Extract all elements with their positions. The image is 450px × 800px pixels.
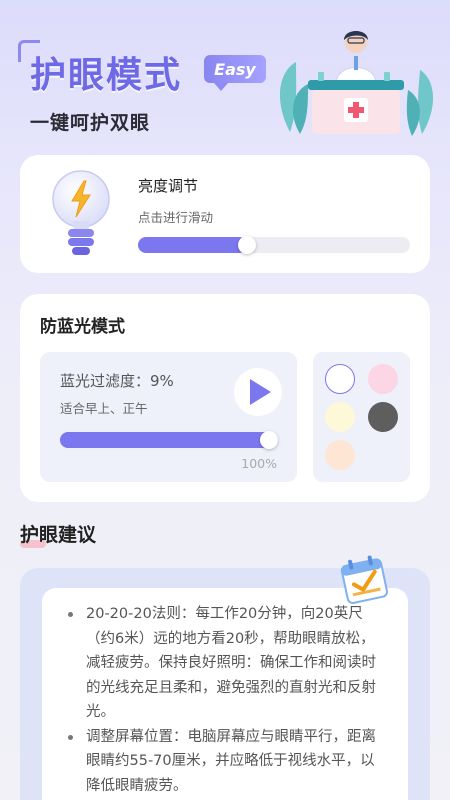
brightness-slider[interactable]: [138, 236, 410, 254]
swatch-white[interactable]: [325, 364, 355, 394]
swatch-cream[interactable]: [325, 402, 355, 432]
brightness-title: 亮度调节: [138, 177, 199, 195]
blue-light-percent: 100%: [241, 456, 277, 471]
advice-title: 护眼建议: [20, 524, 97, 546]
doctor-pharmacy-icon: [279, 31, 434, 136]
blue-light-slider-thumb[interactable]: [260, 431, 278, 449]
blue-light-slider[interactable]: [60, 431, 278, 449]
time-hint-text: 适合早上、正午: [60, 401, 148, 416]
brightness-hint: 点击进行滑动: [138, 210, 214, 225]
filter-level-text: 蓝光过滤度：9%: [60, 372, 174, 390]
page-subtitle: 一键呵护双眼: [30, 112, 151, 134]
color-swatch-panel: [313, 352, 410, 482]
blue-light-panel: 蓝光过滤度：9% 适合早上、正午 100%: [40, 352, 297, 482]
brightness-card: 亮度调节 点击进行滑动: [20, 155, 430, 273]
swatch-peach[interactable]: [325, 440, 355, 470]
easy-badge: Easy: [204, 55, 266, 91]
play-button[interactable]: [234, 368, 282, 416]
blue-light-card: 防蓝光模式 蓝光过滤度：9% 适合早上、正午 100%: [20, 294, 430, 502]
advice-card: 20-20-20法则：每工作20分钟，向20英尺（约6米）远的地方看20秒，帮助…: [42, 588, 408, 800]
page-title: 护眼模式: [30, 55, 183, 96]
play-icon: [250, 379, 271, 405]
calendar-check-icon: [340, 555, 389, 604]
lightbulb-icon: [52, 170, 110, 255]
advice-list: 20-20-20法则：每工作20分钟，向20英尺（约6米）远的地方看20秒，帮助…: [68, 602, 388, 798]
brightness-slider-thumb[interactable]: [238, 236, 256, 254]
blue-light-title: 防蓝光模式: [40, 317, 125, 337]
blue-light-slider-fill: [60, 432, 278, 448]
brightness-slider-fill: [138, 237, 247, 253]
swatch-dark-gray[interactable]: [368, 402, 398, 432]
advice-item: 20-20-20法则：每工作20分钟，向20英尺（约6米）远的地方看20秒，帮助…: [68, 602, 388, 725]
advice-item: 调整屏幕位置：电脑屏幕应与眼睛平行，距离眼睛约55-70厘米，并应略低于视线水平…: [68, 725, 388, 799]
swatch-pink[interactable]: [368, 364, 398, 394]
